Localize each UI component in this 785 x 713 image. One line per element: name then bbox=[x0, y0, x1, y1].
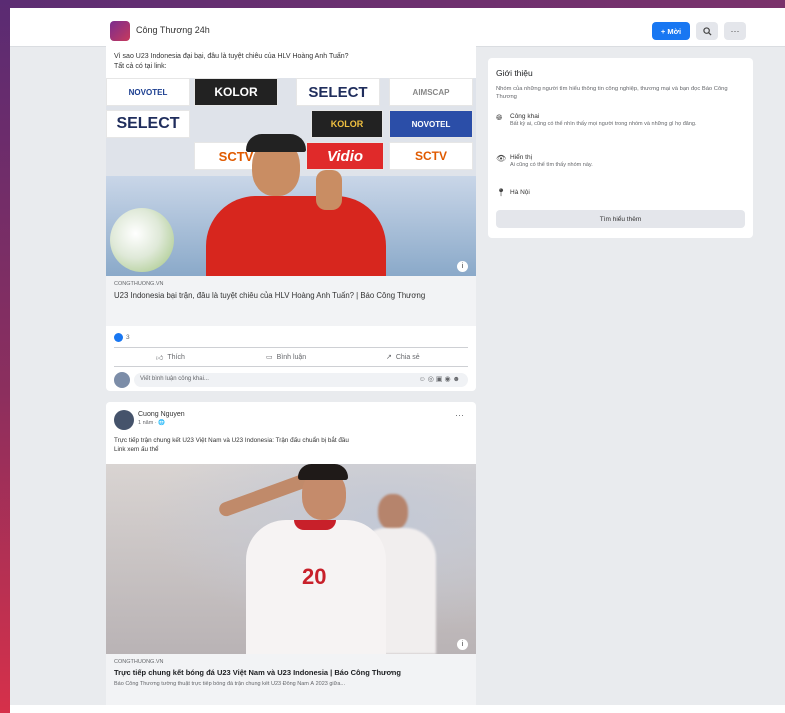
board-tile: AIMSCAP bbox=[389, 78, 473, 106]
visibility-row: 👁︎ Hiển thị Ai cũng có thể tìm thấy nhóm… bbox=[496, 154, 593, 168]
share-icon: ↗ bbox=[386, 354, 392, 361]
player-hair bbox=[298, 464, 348, 480]
share-button[interactable]: ↗ Chia sẻ bbox=[386, 348, 420, 366]
jersey-collar bbox=[294, 520, 336, 530]
board-tile: SCTV bbox=[389, 142, 473, 170]
link-title: U23 Indonesia bại trận, đâu là tuyệt chi… bbox=[114, 291, 426, 300]
comment-button[interactable]: ▭ Bình luận bbox=[266, 348, 306, 366]
like-reaction-icon bbox=[114, 333, 123, 342]
player-2-head bbox=[378, 494, 408, 530]
link-title: Trực tiếp chung kết bóng đá U23 Việt Nam… bbox=[114, 668, 401, 677]
info-icon[interactable]: i bbox=[457, 261, 468, 272]
author-name[interactable]: Cuong Nguyen bbox=[138, 410, 185, 420]
more-icon: ··· bbox=[730, 26, 740, 36]
learn-more-button[interactable]: Tìm hiểu thêm bbox=[496, 210, 745, 228]
board-tile: SELECT bbox=[106, 110, 190, 138]
link-preview[interactable]: CONGTHUONG.VN Trực tiếp chung kết bóng đ… bbox=[106, 654, 476, 705]
post-card-1: Vì sao U23 Indonesia đại bại, đâu là tuy… bbox=[106, 46, 476, 391]
globe-icon: 🌐︎ bbox=[496, 113, 503, 122]
jersey-number: 20 bbox=[302, 564, 327, 589]
post-options-icon[interactable]: ··· bbox=[455, 410, 464, 420]
about-title: Giới thiệu bbox=[496, 68, 533, 78]
board-tile: SELECT bbox=[296, 78, 380, 106]
eye-icon: 👁︎ bbox=[496, 154, 507, 163]
coach-hair bbox=[246, 134, 306, 152]
thumbs-up bbox=[316, 170, 342, 210]
group-header: Công Thương 24h + Mời ··· bbox=[10, 8, 785, 47]
action-bar: 👍︎ Thích ▭ Bình luận ↗ Chia sẻ bbox=[114, 347, 468, 367]
about-description: Nhóm của những người tìm hiểu thông tin … bbox=[496, 86, 728, 100]
post-text: Trực tiếp trận chung kết U23 Việt Nam và… bbox=[114, 437, 349, 453]
search-icon bbox=[702, 26, 712, 36]
author-avatar[interactable] bbox=[114, 410, 134, 430]
like-icon: 👍︎ bbox=[156, 354, 164, 362]
frame-top bbox=[0, 0, 785, 8]
location-row: 📍︎ Hà Nội bbox=[496, 188, 530, 197]
comment-icon: ▭ bbox=[266, 354, 273, 361]
player-jersey: 20 bbox=[246, 520, 386, 654]
frame-left bbox=[0, 0, 10, 713]
post-text: Vì sao U23 Indonesia đại bại, đâu là tuy… bbox=[114, 53, 349, 70]
info-icon[interactable]: i bbox=[457, 639, 468, 650]
privacy-public: 🌐︎ Công khai Bất kỳ ai, cũng có thể nhìn… bbox=[496, 113, 697, 127]
like-button[interactable]: 👍︎ Thích bbox=[156, 348, 185, 366]
comment-tools-icons[interactable]: ☺◎▣◉☻ bbox=[419, 375, 462, 383]
group-avatar[interactable] bbox=[110, 21, 130, 41]
post-image-1[interactable]: NOVOTEL KOLOR SELECT AIMSCAP SELECT KOLO… bbox=[106, 78, 476, 276]
frame-bottom bbox=[10, 705, 785, 713]
location-pin-icon: 📍︎ bbox=[496, 188, 507, 197]
board-tile: NOVOTEL bbox=[389, 110, 473, 138]
more-button[interactable]: ··· bbox=[724, 22, 746, 40]
board-tile: KOLOR bbox=[311, 110, 383, 138]
link-description: Báo Công Thương tường thuật trực tiếp bó… bbox=[114, 681, 345, 687]
post-image-2[interactable]: 20 i bbox=[106, 464, 476, 654]
coach-jersey bbox=[206, 196, 386, 276]
about-card: Giới thiệu Nhóm của những người tìm hiểu… bbox=[488, 58, 753, 238]
reactions[interactable]: 3 bbox=[114, 333, 130, 342]
board-tile: NOVOTEL bbox=[106, 78, 190, 106]
search-button[interactable] bbox=[696, 22, 718, 40]
group-name[interactable]: Công Thương 24h bbox=[136, 25, 210, 35]
football bbox=[110, 208, 174, 272]
link-preview[interactable]: CONGTHUONG.VN U23 Indonesia bại trận, đâ… bbox=[106, 276, 476, 326]
post-time[interactable]: 1 năm · 🌐 bbox=[138, 420, 165, 426]
reaction-count: 3 bbox=[126, 334, 130, 341]
link-source: CONGTHUONG.VN bbox=[114, 281, 164, 287]
invite-button[interactable]: + Mời bbox=[652, 22, 690, 40]
post-card-2: Cuong Nguyen 1 năm · 🌐 ··· Trực tiếp trậ… bbox=[106, 402, 476, 705]
board-tile: KOLOR bbox=[194, 78, 278, 106]
screen: Công Thương 24h + Mời ··· Vì sao U23 Ind… bbox=[10, 8, 785, 705]
comment-input[interactable]: Viết bình luận công khai... ☺◎▣◉☻ bbox=[134, 373, 468, 387]
commenter-avatar bbox=[114, 372, 130, 388]
link-source: CONGTHUONG.VN bbox=[114, 659, 164, 665]
board-tile: Vidio bbox=[306, 142, 384, 170]
